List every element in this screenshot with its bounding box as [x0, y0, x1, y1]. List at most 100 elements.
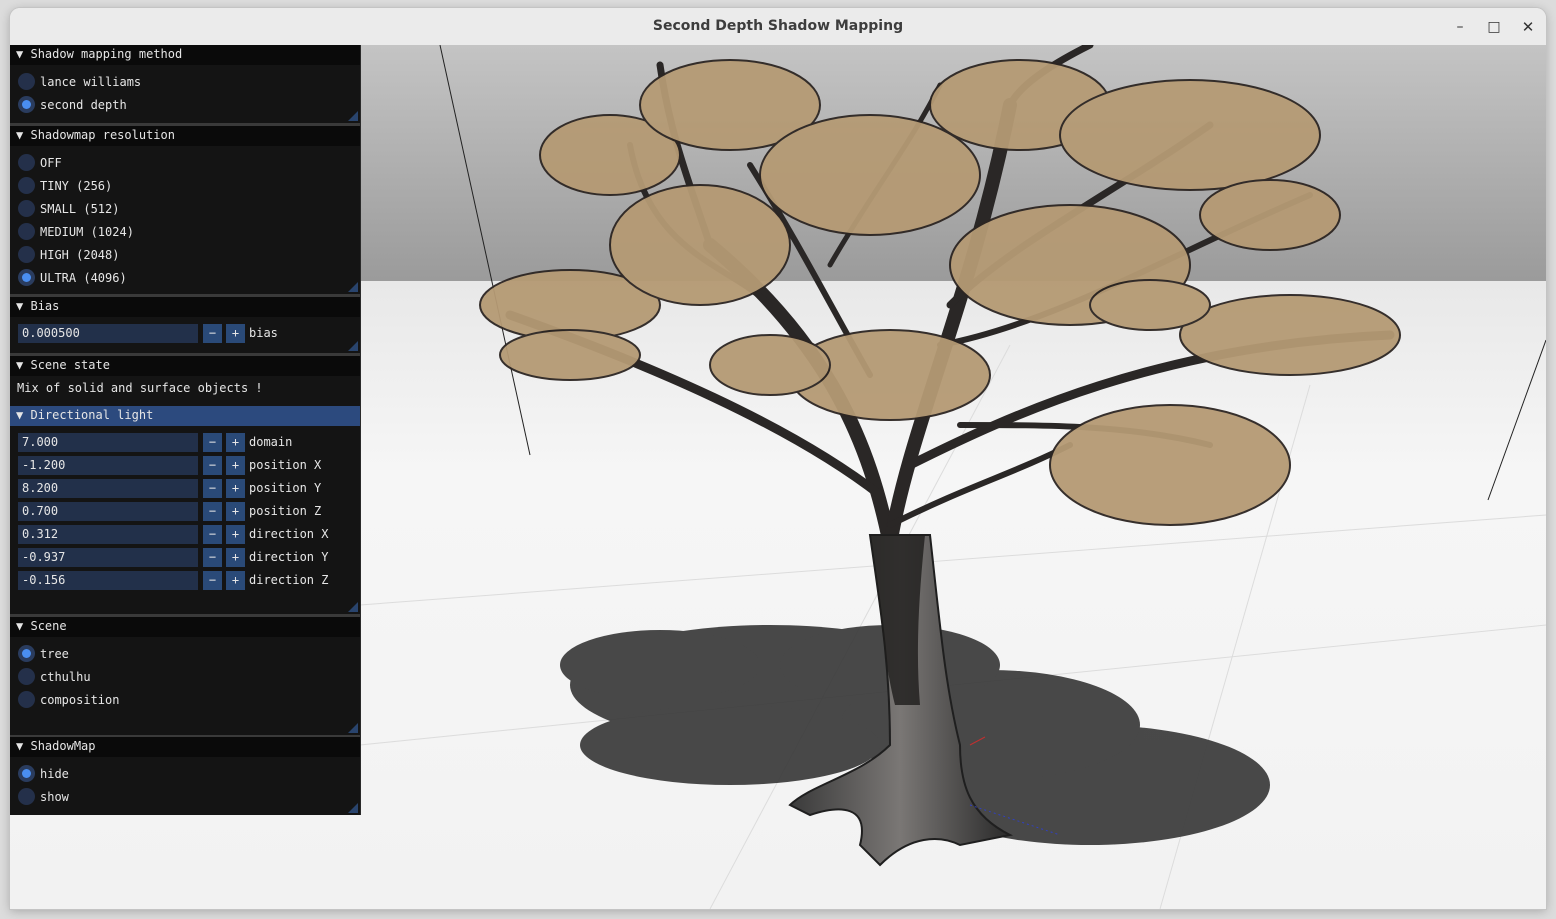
radio-scene-composition[interactable]: composition — [18, 690, 119, 710]
radio-icon[interactable] — [18, 223, 35, 240]
section-header-directional-light[interactable]: ▼ Directional light — [10, 406, 360, 426]
section-header-resolution[interactable]: ▼ Shadowmap resolution — [10, 126, 360, 146]
radio-icon[interactable] — [18, 691, 35, 708]
light-position-x-input[interactable]: -1.200 — [18, 456, 198, 475]
decrement-button[interactable]: − — [203, 456, 222, 475]
radio-selected-icon[interactable] — [18, 269, 35, 286]
section-title: Bias — [30, 299, 60, 313]
resize-grip-icon[interactable] — [348, 111, 358, 121]
decrement-button[interactable]: − — [203, 502, 222, 521]
section-body: hide show — [10, 757, 360, 815]
decrement-button[interactable]: − — [203, 548, 222, 567]
collapse-arrow-icon: ▼ — [16, 358, 24, 372]
title-bar[interactable]: Second Depth Shadow Mapping – □ ✕ — [10, 8, 1546, 46]
bias-increment-button[interactable]: + — [226, 324, 245, 343]
radio-icon[interactable] — [18, 177, 35, 194]
bias-label: bias — [249, 326, 278, 340]
resize-grip-icon[interactable] — [348, 282, 358, 292]
radio-label: ULTRA (4096) — [40, 271, 127, 285]
radio-icon[interactable] — [18, 788, 35, 805]
radio-label: MEDIUM (1024) — [40, 225, 134, 239]
radio-res-ultra[interactable]: ULTRA (4096) — [18, 268, 127, 288]
section-header-scene-state[interactable]: ▼ Scene state — [10, 356, 360, 376]
radio-scene-cthulhu[interactable]: cthulhu — [18, 667, 91, 687]
collapse-arrow-icon: ▼ — [16, 47, 24, 61]
radio-selected-icon[interactable] — [18, 96, 35, 113]
increment-button[interactable]: + — [226, 433, 245, 452]
radio-res-off[interactable]: OFF — [18, 153, 62, 173]
radio-icon[interactable] — [18, 73, 35, 90]
radio-selected-icon[interactable] — [18, 645, 35, 662]
collapse-arrow-icon: ▼ — [16, 299, 24, 313]
decrement-button[interactable]: − — [203, 525, 222, 544]
section-body: OFF TINY (256) SMALL (512) MEDIUM (1024)… — [10, 146, 360, 294]
section-header-bias[interactable]: ▼ Bias — [10, 297, 360, 317]
radio-second-depth[interactable]: second depth — [18, 95, 127, 115]
increment-button[interactable]: + — [226, 479, 245, 498]
radio-icon[interactable] — [18, 200, 35, 217]
radio-label: HIGH (2048) — [40, 248, 120, 262]
collapse-arrow-icon: ▼ — [16, 128, 24, 142]
radio-scene-tree[interactable]: tree — [18, 644, 69, 664]
field-label: direction Y — [249, 550, 329, 564]
bias-decrement-button[interactable]: − — [203, 324, 222, 343]
radio-shadowmap-hide[interactable]: hide — [18, 764, 69, 784]
radio-label: tree — [40, 647, 69, 661]
increment-button[interactable]: + — [226, 456, 245, 475]
light-direction-x-input[interactable]: 0.312 — [18, 525, 198, 544]
radio-res-medium[interactable]: MEDIUM (1024) — [18, 222, 134, 242]
resize-grip-icon[interactable] — [348, 602, 358, 612]
decrement-button[interactable]: − — [203, 433, 222, 452]
radio-label: OFF — [40, 156, 62, 170]
radio-shadowmap-show[interactable]: show — [18, 787, 69, 807]
resize-grip-icon[interactable] — [348, 723, 358, 733]
control-panel: ▼ Shadow mapping method lance williams s… — [10, 45, 361, 815]
section-resolution: ▼ Shadowmap resolution OFF TINY (256) SM… — [10, 126, 360, 294]
light-position-z-input[interactable]: 0.700 — [18, 502, 198, 521]
maximize-button[interactable]: □ — [1481, 14, 1507, 40]
increment-button[interactable]: + — [226, 548, 245, 567]
decrement-button[interactable]: − — [203, 571, 222, 590]
radio-res-high[interactable]: HIGH (2048) — [18, 245, 119, 265]
radio-res-tiny[interactable]: TINY (256) — [18, 176, 112, 196]
section-header-scene[interactable]: ▼ Scene — [10, 617, 360, 637]
increment-button[interactable]: + — [226, 525, 245, 544]
radio-icon[interactable] — [18, 246, 35, 263]
section-body: Mix of solid and surface objects ! — [10, 376, 360, 403]
close-button[interactable]: ✕ — [1515, 14, 1541, 40]
bias-input[interactable]: 0.000500 — [18, 324, 198, 343]
radio-label: cthulhu — [40, 670, 91, 684]
increment-button[interactable]: + — [226, 571, 245, 590]
radio-label: second depth — [40, 98, 127, 112]
collapse-arrow-icon: ▼ — [16, 619, 24, 633]
app-window: Second Depth Shadow Mapping – □ ✕ ▼ Shad… — [10, 8, 1546, 909]
field-label: direction X — [249, 527, 329, 541]
light-direction-y-input[interactable]: -0.937 — [18, 548, 198, 567]
section-title: Scene — [30, 619, 67, 633]
radio-lance-williams[interactable]: lance williams — [18, 72, 141, 92]
field-label: direction Z — [249, 573, 329, 587]
section-bias: ▼ Bias 0.000500 − + bias — [10, 297, 360, 353]
radio-icon[interactable] — [18, 154, 35, 171]
radio-icon[interactable] — [18, 668, 35, 685]
radio-res-small[interactable]: SMALL (512) — [18, 199, 119, 219]
section-scene: ▼ Scene tree cthulhu composition — [10, 617, 360, 735]
light-direction-z-input[interactable]: -0.156 — [18, 571, 198, 590]
resize-grip-icon[interactable] — [348, 341, 358, 351]
minimize-button[interactable]: – — [1447, 14, 1473, 40]
section-body: 7.000 − + domain -1.200 − + position X 8… — [10, 426, 360, 614]
decrement-button[interactable]: − — [203, 479, 222, 498]
radio-selected-icon[interactable] — [18, 765, 35, 782]
section-title: Directional light — [30, 408, 154, 422]
increment-button[interactable]: + — [226, 502, 245, 521]
section-directional-light: ▼ Directional light 7.000 − + domain -1.… — [10, 406, 360, 614]
resize-grip-icon[interactable] — [348, 803, 358, 813]
collapse-arrow-icon: ▼ — [16, 739, 24, 753]
field-label: position X — [249, 458, 322, 472]
light-domain-input[interactable]: 7.000 — [18, 433, 198, 452]
section-title: ShadowMap — [30, 739, 96, 753]
collapse-arrow-icon: ▼ — [16, 408, 24, 422]
light-position-y-input[interactable]: 8.200 — [18, 479, 198, 498]
section-header-shadow-method[interactable]: ▼ Shadow mapping method — [10, 45, 360, 65]
section-header-shadowmap[interactable]: ▼ ShadowMap — [10, 737, 360, 757]
